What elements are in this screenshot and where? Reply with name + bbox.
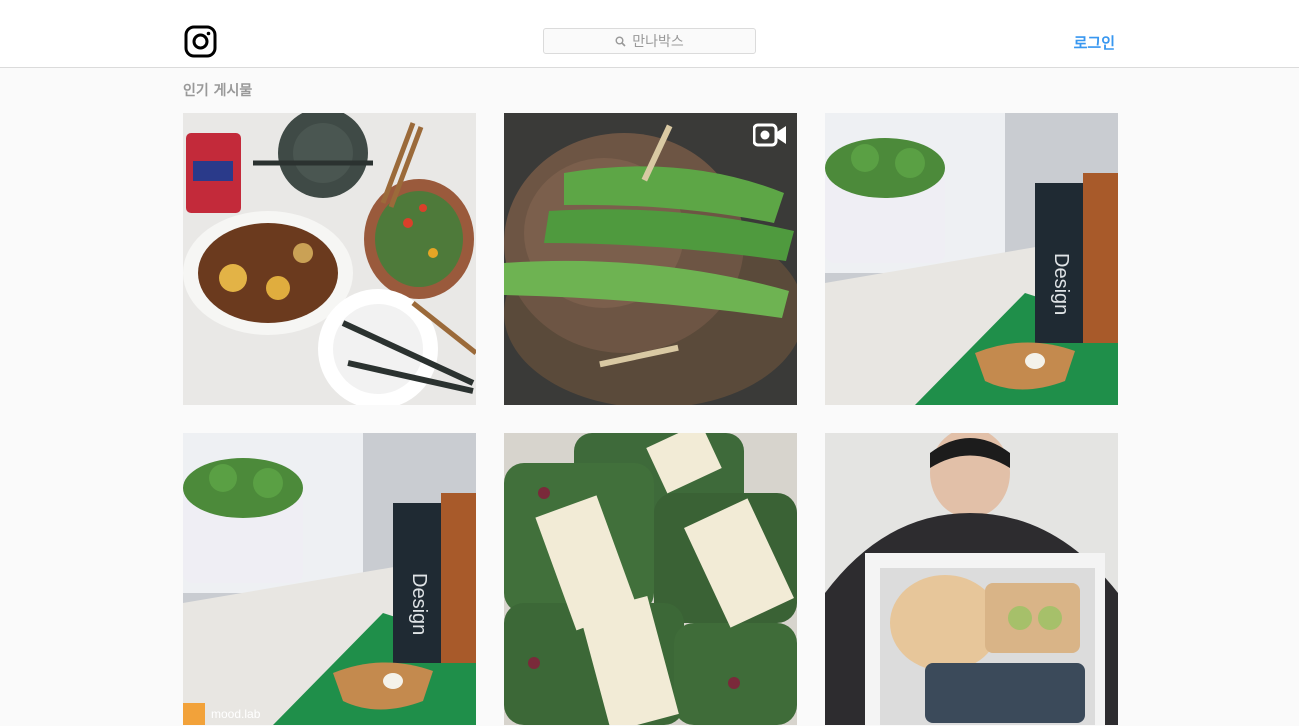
book-spine-text: Design bbox=[1050, 253, 1072, 315]
post-tile-man-box[interactable] bbox=[825, 433, 1118, 725]
post-tile-planter[interactable]: Design bbox=[825, 113, 1118, 405]
badge-label: mood.lab bbox=[211, 707, 261, 721]
section-title: 인기 게시물 bbox=[183, 83, 253, 99]
search-placeholder: 만나박스 bbox=[632, 34, 684, 50]
post-image bbox=[825, 433, 1118, 725]
badge-logo-icon bbox=[183, 703, 205, 725]
post-image: Design bbox=[825, 113, 1118, 405]
post-tile-salad[interactable] bbox=[504, 433, 797, 725]
post-image bbox=[183, 113, 476, 405]
search-input[interactable]: 만나박스 bbox=[543, 28, 756, 54]
search-icon bbox=[615, 36, 626, 47]
watermark-badge: mood.lab bbox=[183, 703, 260, 725]
post-tile-food[interactable] bbox=[183, 113, 476, 405]
post-image bbox=[504, 433, 797, 725]
post-tile-planter-2[interactable]: Design mood.lab bbox=[183, 433, 476, 725]
post-image bbox=[504, 113, 797, 405]
video-camera-icon bbox=[753, 123, 787, 147]
top-nav-bar: 만나박스 로그인 bbox=[0, 0, 1299, 68]
post-image: Design bbox=[183, 433, 476, 725]
post-tile-steak[interactable] bbox=[504, 113, 797, 405]
login-link[interactable]: 로그인 bbox=[1074, 32, 1115, 53]
book-spine-text: Design bbox=[408, 573, 430, 635]
instagram-camera-icon[interactable] bbox=[184, 25, 217, 58]
